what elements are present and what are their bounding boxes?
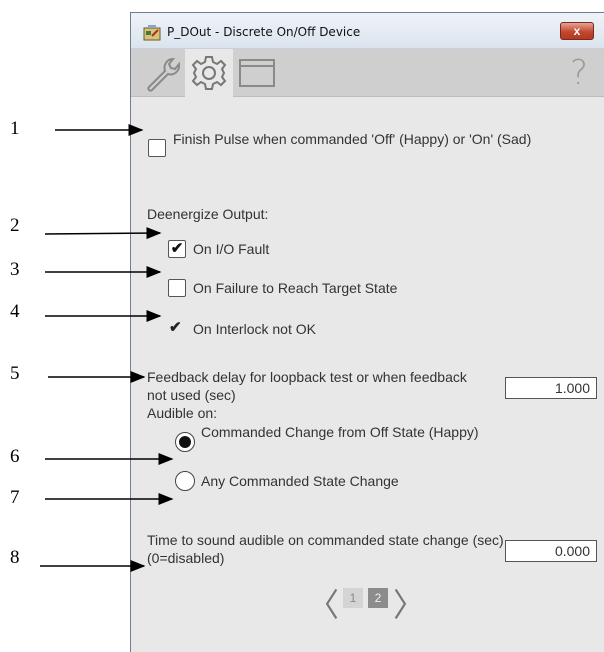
- interlock-check-icon: ✔: [169, 319, 182, 336]
- audible-any-change-label: Any Commanded State Change: [201, 473, 399, 489]
- window-icon: [239, 59, 275, 87]
- callout-number-2: 2: [10, 215, 20, 236]
- callout-number-8: 8: [10, 547, 20, 568]
- page-1-button[interactable]: 1: [343, 588, 363, 608]
- feedback-delay-input[interactable]: 1.000: [505, 377, 597, 399]
- app-icon: [143, 25, 161, 41]
- failure-target-checkbox[interactable]: [168, 279, 186, 297]
- callout-number-5: 5: [10, 363, 20, 384]
- tab-trends[interactable]: [233, 49, 281, 97]
- finish-pulse-checkbox[interactable]: [148, 139, 166, 157]
- callout-number-4: 4: [10, 301, 20, 322]
- audible-any-change-radio[interactable]: [175, 471, 195, 491]
- io-fault-checkbox[interactable]: ✔: [168, 240, 186, 258]
- callout-number-1: 1: [10, 118, 20, 139]
- deenergize-heading: Deenergize Output:: [147, 206, 269, 222]
- faceplate-toolbar: ?: [131, 49, 604, 97]
- audible-time-label: Time to sound audible on commanded state…: [147, 532, 504, 566]
- callout-number-6: 6: [10, 446, 20, 467]
- next-page-button[interactable]: 〉: [393, 580, 425, 626]
- interlock-label: On Interlock not OK: [193, 321, 316, 337]
- feedback-delay-label: Feedback delay for loopback test or when…: [147, 369, 467, 403]
- title-bar: P_DOut - Discrete On/Off Device x: [131, 13, 604, 49]
- io-fault-label: On I/O Fault: [193, 241, 270, 257]
- tab-engineering[interactable]: [185, 49, 233, 97]
- wrench-icon: [147, 57, 181, 92]
- tab-maintenance[interactable]: [137, 49, 185, 97]
- finish-pulse-label: Finish Pulse when commanded 'Off' (Happy…: [173, 131, 532, 147]
- page-2-button[interactable]: 2: [368, 588, 388, 608]
- close-button[interactable]: x: [560, 22, 594, 40]
- callout-number-3: 3: [10, 259, 20, 280]
- audible-heading: Audible on:: [147, 405, 218, 421]
- faceplate-window: P_DOut - Discrete On/Off Device x ? Fini…: [130, 12, 604, 652]
- audible-off-state-radio[interactable]: [175, 432, 195, 452]
- audible-off-state-label: Commanded Change from Off State (Happy): [201, 424, 479, 440]
- prev-page-button[interactable]: 〈: [307, 580, 339, 626]
- audible-time-input[interactable]: 0.000: [505, 540, 597, 562]
- failure-target-label: On Failure to Reach Target State: [193, 280, 398, 296]
- callout-number-7: 7: [10, 487, 20, 508]
- window-title: P_DOut - Discrete On/Off Device: [167, 25, 361, 39]
- gear-icon: [191, 56, 227, 90]
- help-button[interactable]: ?: [570, 53, 588, 93]
